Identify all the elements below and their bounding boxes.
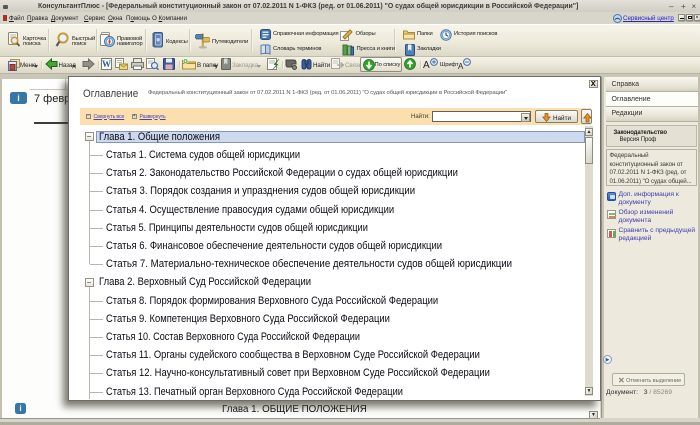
svg-text:W: W xyxy=(102,59,111,69)
